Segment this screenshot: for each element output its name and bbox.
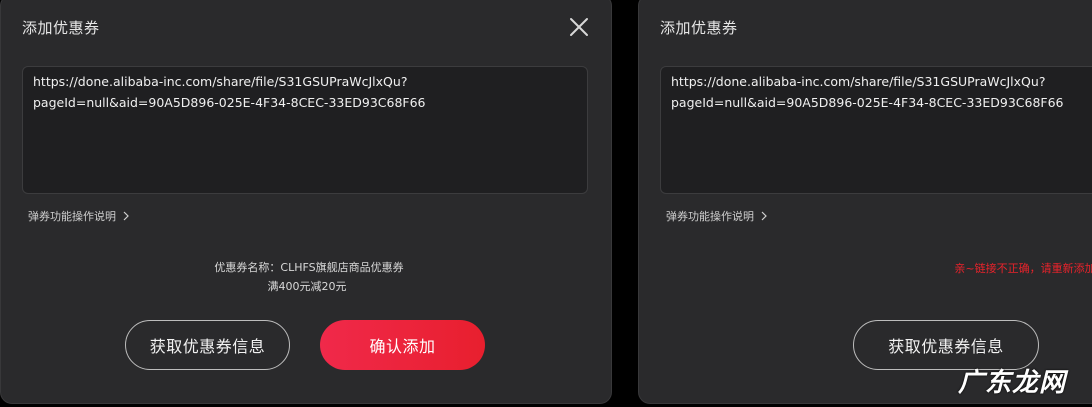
help-link[interactable]: 弹券功能操作说明 — [666, 208, 768, 224]
coupon-name: 优惠券名称：CLHFS旗舰店商品优惠券 — [214, 261, 404, 274]
help-link[interactable]: 弹券功能操作说明 — [28, 208, 130, 224]
help-link-label: 弹券功能操作说明 — [666, 210, 754, 223]
coupon-info: 优惠券名称：CLHFS旗舰店商品优惠券 满400元减20元 — [1, 258, 611, 296]
coupon-rule: 满400元减20元 — [267, 280, 347, 293]
close-button[interactable] — [567, 15, 591, 39]
add-coupon-dialog-error: 添加优惠券 弹券功能操作说明 亲~链接不正确，请重新添加 获取优惠券信息 — [638, 0, 1092, 404]
coupon-url-input[interactable] — [22, 66, 588, 194]
help-link-label: 弹券功能操作说明 — [28, 210, 116, 223]
watermark-logo: 广东龙网 — [958, 368, 1067, 398]
chevron-right-icon — [760, 211, 768, 221]
confirm-add-button[interactable]: 确认添加 — [320, 320, 485, 370]
error-message: 亲~链接不正确，请重新添加 — [954, 262, 1092, 275]
chevron-right-icon — [122, 211, 130, 221]
dialog-title: 添加优惠券 — [660, 19, 738, 37]
dialog-title: 添加优惠券 — [22, 19, 100, 37]
fetch-coupon-info-button[interactable]: 获取优惠券信息 — [125, 320, 290, 370]
add-coupon-dialog-success: 添加优惠券 弹券功能操作说明 优惠券名称：CLHFS旗舰店商品优惠券 满400元… — [0, 0, 612, 404]
screen: 添加优惠券 弹券功能操作说明 优惠券名称：CLHFS旗舰店商品优惠券 满400元… — [0, 0, 1092, 407]
close-icon — [570, 18, 588, 36]
coupon-url-input[interactable] — [660, 66, 1092, 194]
